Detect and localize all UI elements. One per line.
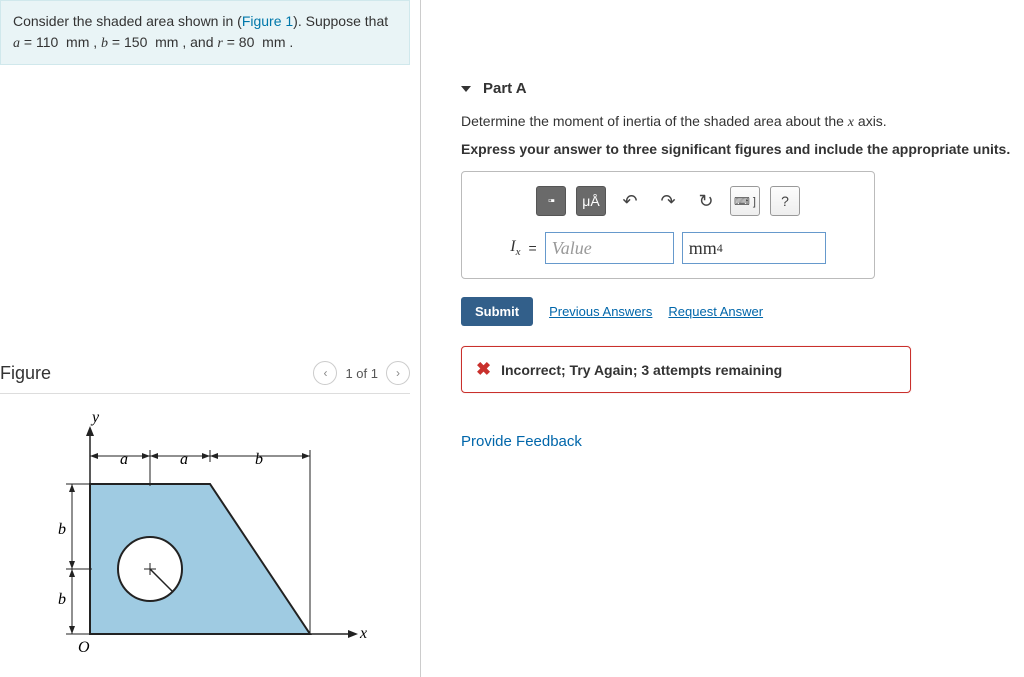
provide-feedback-link[interactable]: Provide Feedback [461,433,1014,450]
value-input[interactable] [545,232,674,264]
figure-pager: ‹ 1 of 1 › [313,361,410,385]
svg-text:b: b [58,591,66,608]
pager-next-button[interactable]: › [386,361,410,385]
instructions: Express your answer to three significant… [461,141,1014,157]
figure-link[interactable]: Figure 1 [242,13,293,29]
pager-prev-button[interactable]: ‹ [313,361,337,385]
part-header[interactable]: Part A [461,80,1014,97]
units-picker-button[interactable]: μÅ [576,186,606,216]
svg-text:x: x [359,625,367,642]
pager-label: 1 of 1 [345,366,378,381]
svg-text:O: O [78,639,90,656]
figure-section: Figure ‹ 1 of 1 › y x O a a b [0,357,410,677]
request-answer-link[interactable]: Request Answer [668,304,763,319]
svg-text:a: a [120,451,128,468]
redo-button[interactable]: ↷ [654,187,682,215]
problem-vars: a = 110 mm , b = 150 mm , and r = 80 mm … [13,34,293,50]
problem-prefix: Consider the shaded area shown in ( [13,13,242,29]
question-text: Determine the moment of inertia of the s… [461,113,1014,131]
help-button[interactable]: ? [770,186,800,216]
equals-sign: = [529,240,537,256]
problem-statement: Consider the shaded area shown in (Figur… [0,0,410,65]
caret-down-icon [461,86,471,92]
incorrect-icon: ✖ [476,359,491,380]
submit-button[interactable]: Submit [461,297,533,326]
previous-answers-link[interactable]: Previous Answers [549,304,652,319]
feedback-box: ✖ Incorrect; Try Again; 3 attempts remai… [461,346,911,393]
left-column: Consider the shaded area shown in (Figur… [0,0,421,677]
svg-text:b: b [255,451,263,468]
right-column: Part A Determine the moment of inertia o… [421,0,1024,677]
svg-text:y: y [90,409,100,426]
templates-button[interactable]: ▫▪ [536,186,566,216]
figure-image: y x O a a b b b r [0,404,410,677]
reset-button[interactable]: ↻ [692,187,720,215]
feedback-message: Incorrect; Try Again; 3 attempts remaini… [501,362,782,378]
svg-text:a: a [180,451,188,468]
part-title: Part A [483,80,527,97]
units-input[interactable]: mm4 [682,232,826,264]
keyboard-button[interactable]: ⌨ ] [730,186,760,216]
svg-text:b: b [58,521,66,538]
answer-symbol: Ix [510,238,520,258]
figure-title: Figure [0,363,51,384]
formatting-toolbar: ▫▪ μÅ ↶ ↷ ↻ ⌨ ] ? [478,186,858,216]
problem-suffix: ). Suppose that [293,13,388,29]
undo-button[interactable]: ↶ [616,187,644,215]
answer-box: ▫▪ μÅ ↶ ↷ ↻ ⌨ ] ? Ix = mm4 [461,171,875,279]
